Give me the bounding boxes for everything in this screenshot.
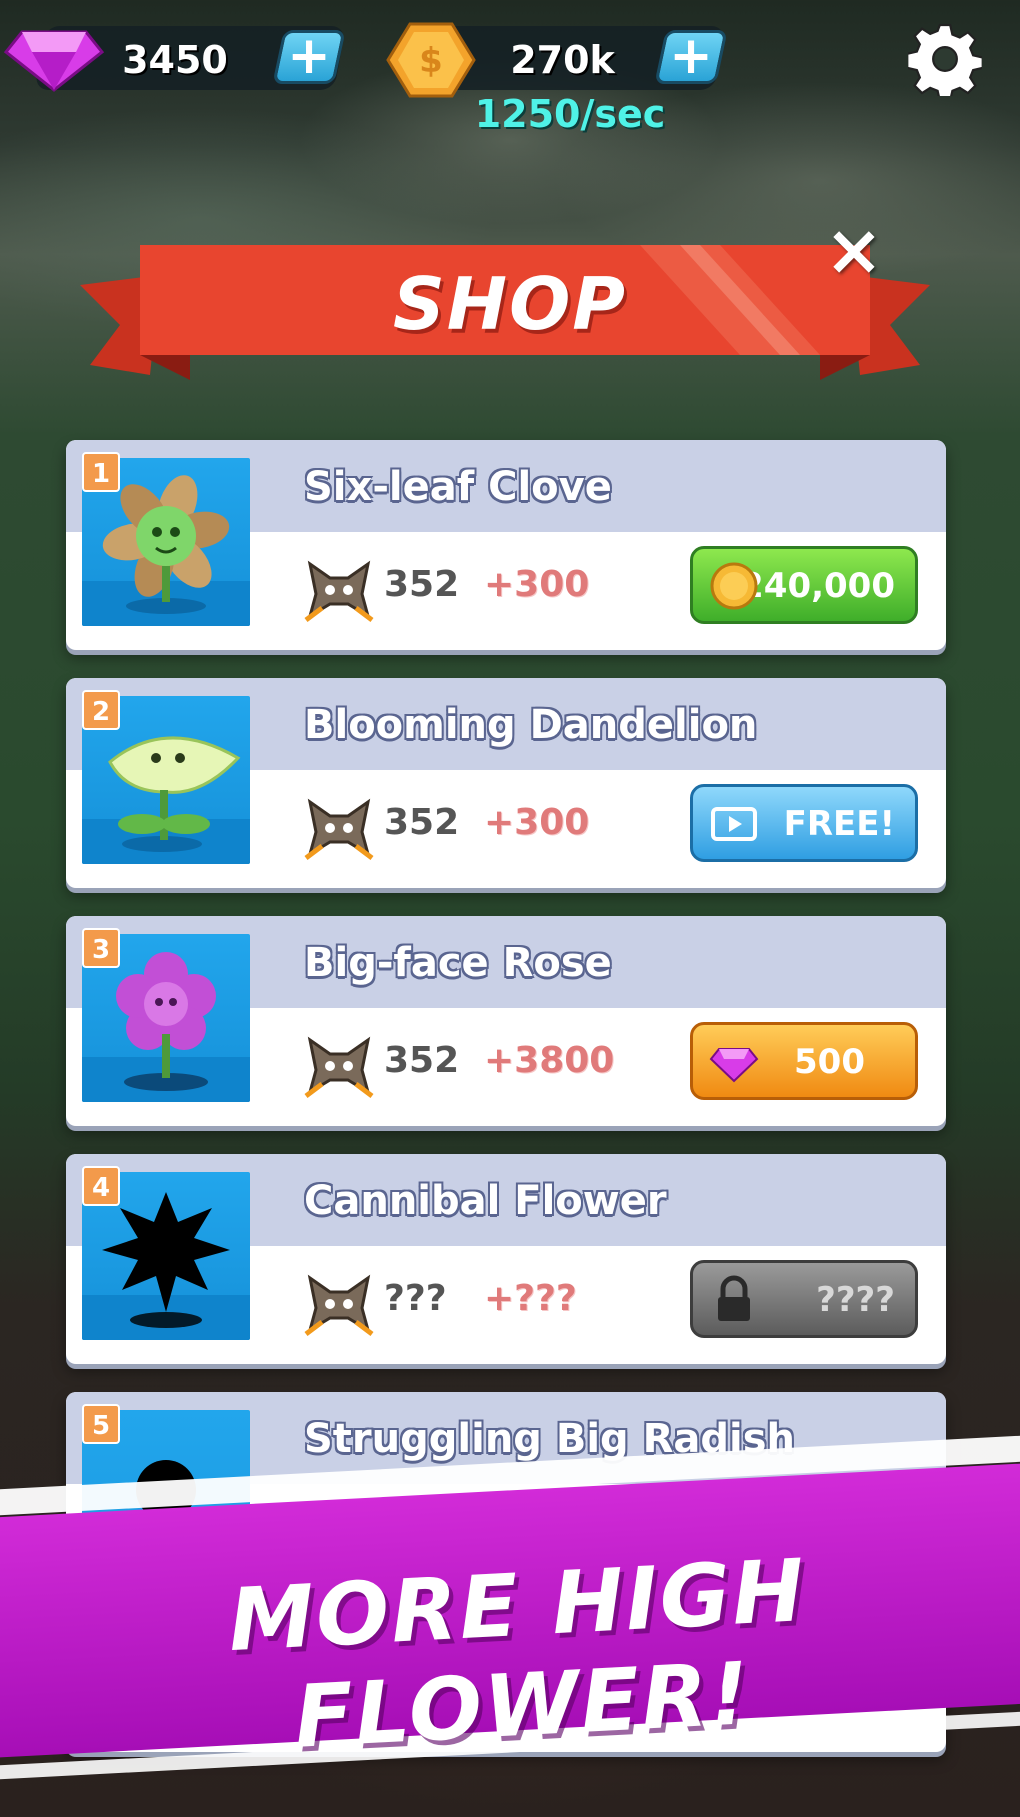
shop-item-card: 4 Cannibal Flower ??? +??? ???? — [66, 1154, 946, 1364]
shop-title: SHOP — [392, 262, 628, 346]
item-number-badge: 2 — [82, 690, 120, 730]
lock-icon — [718, 1275, 750, 1321]
item-name: Six-leaf Clove — [304, 464, 612, 510]
item-number-badge: 4 — [82, 1166, 120, 1206]
item-name: Big-face Rose — [304, 940, 612, 986]
coin-icon: $ — [386, 22, 476, 98]
power-icon — [304, 1274, 374, 1336]
coin-amount: 270k — [510, 38, 615, 82]
item-bonus: +3800 — [484, 1040, 615, 1081]
locked-item-button[interactable]: ???? — [690, 1260, 918, 1338]
item-bonus: +300 — [484, 802, 590, 843]
add-gems-button[interactable]: + — [272, 26, 346, 86]
item-number-badge: 1 — [82, 452, 120, 492]
power-icon — [304, 560, 374, 622]
item-name: Blooming Dandelion — [304, 702, 758, 748]
buy-with-gems-button[interactable]: 500 — [690, 1022, 918, 1100]
plus-icon: + — [287, 26, 331, 86]
add-coins-button[interactable]: + — [654, 26, 728, 86]
item-bonus: +??? — [484, 1278, 577, 1319]
svg-text:$: $ — [419, 41, 443, 81]
coin-icon — [710, 562, 758, 610]
coin-rate: 1250/sec — [474, 92, 666, 136]
close-icon[interactable]: × — [822, 215, 886, 286]
item-power: 352 — [384, 1040, 460, 1081]
gem-icon — [709, 1048, 759, 1083]
shop-item-card: 2 Blooming Dandelion 352 +300 FREE! — [66, 678, 946, 888]
item-power: ??? — [384, 1278, 447, 1319]
power-icon — [304, 1036, 374, 1098]
gear-icon[interactable] — [908, 22, 982, 96]
plus-icon: + — [669, 26, 713, 86]
watch-video-free-button[interactable]: FREE! — [690, 784, 918, 862]
shop-item-card: 3 Big-face Rose 352 +3800 500 — [66, 916, 946, 1126]
gem-icon — [4, 30, 104, 92]
item-power: 352 — [384, 564, 460, 605]
power-icon — [304, 798, 374, 860]
item-name: Cannibal Flower — [304, 1178, 667, 1224]
item-bonus: +300 — [484, 564, 590, 605]
video-play-icon — [711, 807, 757, 841]
item-price: 240,000 — [740, 566, 895, 606]
item-number-badge: 3 — [82, 928, 120, 968]
buy-with-coins-button[interactable]: 240,000 — [690, 546, 918, 624]
item-number-badge: 5 — [82, 1404, 120, 1444]
gem-amount: 3450 — [122, 38, 228, 82]
item-power: 352 — [384, 802, 460, 843]
shop-item-card: 1 Six-leaf Clove 352 +300 240,000 — [66, 440, 946, 650]
item-price: FREE! — [783, 804, 895, 844]
item-price: ???? — [816, 1280, 895, 1320]
item-price: 500 — [794, 1042, 865, 1082]
